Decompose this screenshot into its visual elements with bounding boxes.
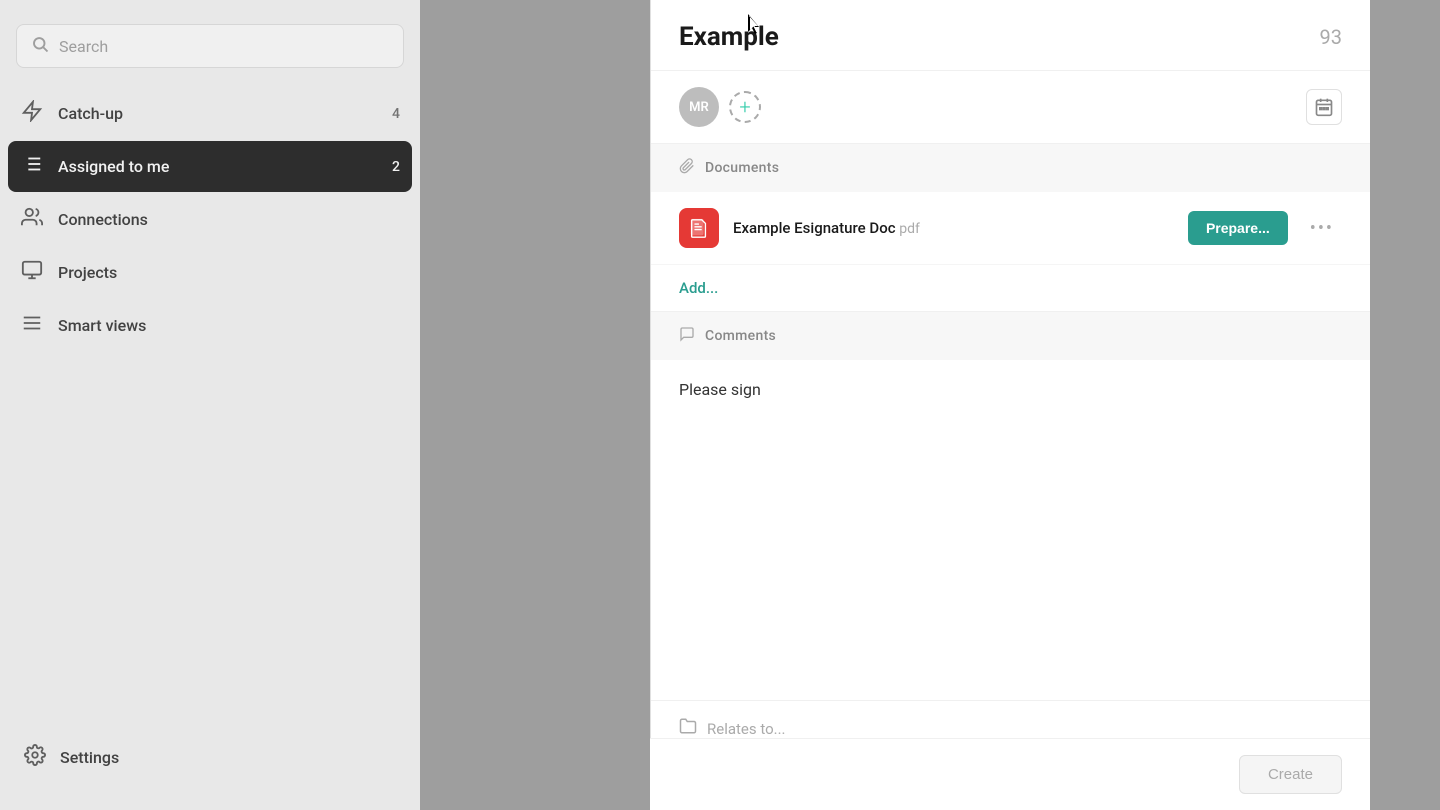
catchup-icon — [20, 100, 44, 127]
comments-icon — [679, 326, 695, 346]
settings-icon — [24, 744, 46, 770]
sidebar-item-catchup[interactable]: Catch-up 4 — [8, 88, 412, 139]
sidebar-bottom: Settings — [0, 720, 420, 794]
relates-icon — [679, 717, 697, 740]
document-ext: pdf — [899, 221, 920, 237]
create-button[interactable]: Create — [1239, 755, 1342, 794]
panel-title: Example — [679, 22, 779, 52]
members-left: MR + — [679, 87, 761, 127]
sidebar-item-smartviews-label: Smart views — [58, 316, 400, 335]
connections-icon — [20, 206, 44, 233]
sidebar-item-assigned[interactable]: Assigned to me 2 — [8, 141, 412, 192]
nav-items: Catch-up 4 Assigned to me 2 — [0, 88, 420, 720]
panel-count: 93 — [1320, 25, 1342, 49]
add-member-button[interactable]: + — [729, 91, 761, 123]
relates-to-label: Relates to... — [707, 720, 786, 738]
settings-label: Settings — [60, 748, 119, 767]
documents-section-header: Documents — [651, 144, 1370, 192]
document-type-icon — [679, 208, 719, 248]
documents-section-title: Documents — [705, 160, 779, 176]
comment-area: Please sign — [651, 360, 1370, 701]
panel-header: Example 93 — [651, 0, 1370, 71]
avatar-mr[interactable]: MR — [679, 87, 719, 127]
comment-text: Please sign — [679, 380, 761, 399]
search-input-placeholder: Search — [59, 37, 108, 56]
comments-section-title: Comments — [705, 328, 776, 344]
documents-icon — [679, 158, 695, 178]
add-member-icon: + — [739, 95, 750, 119]
document-name: Example Esignature Doc pdf — [733, 219, 1174, 237]
sidebar-item-settings[interactable]: Settings — [20, 732, 400, 782]
search-bar[interactable]: Search — [16, 24, 404, 68]
calendar-button[interactable] — [1306, 89, 1342, 125]
main-panel: Example 93 MR + — [650, 0, 1370, 810]
panel-footer: Create — [650, 738, 1370, 810]
comments-section-header: Comments — [651, 312, 1370, 360]
sidebar-item-assigned-label: Assigned to me — [58, 157, 378, 176]
document-item: Example Esignature Doc pdf Prepare... ••… — [651, 192, 1370, 265]
more-options-button[interactable]: ••• — [1302, 214, 1342, 243]
prepare-button[interactable]: Prepare... — [1188, 211, 1288, 245]
sidebar-item-smartviews[interactable]: Smart views — [8, 300, 412, 351]
sidebar-item-catchup-label: Catch-up — [58, 104, 378, 123]
projects-icon — [20, 259, 44, 286]
sidebar-item-catchup-count: 4 — [392, 106, 400, 122]
assigned-icon — [20, 153, 44, 180]
sidebar-item-projects[interactable]: Projects — [8, 247, 412, 298]
sidebar-item-connections[interactable]: Connections — [8, 194, 412, 245]
avatar-initials: MR — [689, 100, 709, 115]
panel-members-row: MR + — [651, 71, 1370, 144]
sidebar-item-projects-label: Projects — [58, 263, 400, 282]
sidebar-item-assigned-count: 2 — [392, 159, 400, 175]
search-icon — [31, 35, 49, 57]
sidebar-item-connections-label: Connections — [58, 210, 400, 229]
smartviews-icon — [20, 312, 44, 339]
add-document-link[interactable]: Add... — [651, 265, 1370, 312]
sidebar: Search Catch-up 4 — [0, 0, 420, 810]
